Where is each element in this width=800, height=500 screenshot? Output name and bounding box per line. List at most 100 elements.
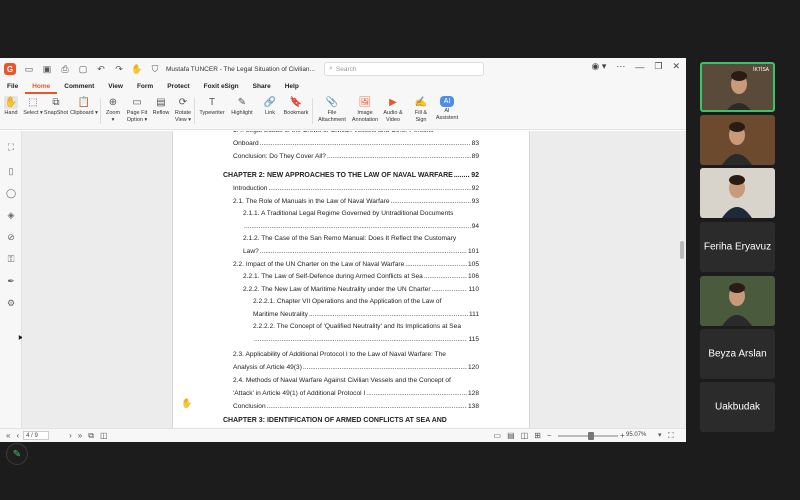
signature-panel-icon[interactable]: ✒ — [5, 275, 17, 287]
toc-chapter-heading[interactable]: CHAPTER 2: NEW APPROACHES TO THE LAW OF … — [223, 172, 479, 179]
participant-tile[interactable]: Uakbudak — [700, 382, 775, 432]
ribbon-clipboard-button[interactable]: 📋 Clipboard ▾ — [70, 94, 98, 117]
next-page-icon[interactable]: › — [69, 431, 72, 440]
zoom-slider-handle[interactable] — [588, 432, 594, 440]
toc-leader-dots — [260, 248, 467, 255]
toc-entry[interactable]: 1.4. Legal Status of the Crews of Civili… — [233, 131, 479, 134]
menu-comment[interactable]: Comment — [57, 80, 101, 94]
open-folder-icon[interactable]: ▭ — [22, 62, 36, 76]
zoom-level[interactable]: 95.07% — [626, 432, 646, 438]
toc-entry[interactable]: 2.3. Applicability of Additional Protoco… — [233, 351, 479, 358]
toc-entry[interactable]: Analysis of Article 49(3) 120 — [233, 364, 479, 371]
toc-entry[interactable]: Conclusion 138 — [233, 403, 479, 410]
fullscreen-icon[interactable]: ⛶ — [668, 431, 674, 441]
menu-file[interactable]: File — [0, 80, 25, 94]
toc-entry[interactable]: 2.2.2.1. Chapter VII Operations and the … — [253, 298, 479, 305]
minimize-button[interactable]: — — [635, 62, 644, 72]
toc-entry[interactable]: 'Attack' in Article 49(1) of Additional … — [233, 390, 479, 397]
ribbon-highlight-button[interactable]: ✎ Highlight — [228, 94, 256, 117]
participant-tile[interactable] — [700, 276, 775, 326]
undo-icon[interactable]: ↶ — [94, 62, 108, 76]
toc-entry[interactable]: 2.2.2.2. The Concept of 'Qualified Neutr… — [253, 323, 479, 330]
ribbon-zoom-button[interactable]: ⊕ Zoom ▾ — [104, 94, 122, 124]
toc-entry[interactable]: 2.1. The Role of Manuals in the Law of N… — [233, 198, 479, 205]
ribbon-typewriter-button[interactable]: T Typewriter — [198, 94, 226, 117]
ribbon-rotate-view-button[interactable]: ⟳ Rotate View ▾ — [172, 94, 194, 124]
comments-panel-icon[interactable]: ◯ — [5, 187, 17, 199]
layers-panel-icon[interactable]: ◈ — [5, 209, 17, 221]
redo-icon[interactable]: ↷ — [112, 62, 126, 76]
first-page-icon[interactable]: « — [6, 431, 10, 440]
ribbon-bookmark-button[interactable]: 🔖 Bookmark — [282, 94, 310, 117]
attachments-panel-icon[interactable]: ⊘ — [5, 231, 17, 243]
toc-entry[interactable]: 2.2.1. The Law of Self-Defence during Ar… — [243, 273, 479, 280]
toc-entry[interactable]: 94 — [243, 223, 479, 230]
toc-entry[interactable]: Maritime Neutrality 111 — [253, 311, 479, 318]
search-input[interactable]: ⌕ Search — [324, 62, 484, 76]
more-icon[interactable]: ⋯ — [616, 61, 625, 72]
zoom-in-icon[interactable]: + — [620, 431, 625, 440]
hand-quick-icon[interactable]: ✋ — [130, 62, 144, 76]
prev-page-icon[interactable]: ‹ — [16, 431, 19, 440]
toc-entry[interactable]: Law? 101 — [243, 248, 479, 255]
participant-tile[interactable] — [700, 115, 775, 165]
ribbon-select-button[interactable]: ⬚ Select ▾ — [22, 94, 44, 117]
account-icon[interactable]: ◉ ▾ — [592, 61, 607, 72]
menu-foxit-esign[interactable]: Foxit eSign — [197, 80, 246, 94]
restore-button[interactable]: ❐ — [654, 61, 662, 72]
ribbon-page-fit-option-button[interactable]: ▭ Page Fit Option ▾ — [124, 94, 150, 124]
toc-entry[interactable]: 115 — [253, 336, 479, 343]
ribbon-snapshot-button[interactable]: ⧉ SnapShot — [42, 94, 70, 117]
toc-entry[interactable]: 2.2. Impact of the UN Charter on the Law… — [233, 261, 479, 268]
ribbon-image-annotation-button[interactable]: 🖼 Image Annotation — [352, 94, 378, 124]
new-doc-icon[interactable]: ▢ — [76, 62, 90, 76]
tools-panel-icon[interactable]: ⚙ — [5, 297, 17, 309]
toc-entry[interactable]: 2.4. Methods of Naval Warfare Against Ci… — [233, 377, 479, 384]
toc-chapter-heading[interactable]: CHAPTER 3: IDENTIFICATION OF ARMED CONFL… — [223, 417, 479, 424]
zoom-out-icon[interactable]: − — [547, 431, 552, 440]
save-icon[interactable]: ▣ — [40, 62, 54, 76]
print-icon[interactable]: ⎙ — [58, 62, 72, 76]
toc-entry[interactable]: Conclusion: Do They Cover All? 89 — [233, 153, 479, 160]
toc-leader-dots — [454, 172, 470, 179]
toc-entry[interactable]: 2.2.2. The New Law of Maritime Neutralit… — [243, 286, 479, 293]
participant-tile[interactable]: İKTİSA — [700, 62, 775, 112]
menu-form[interactable]: Form — [130, 80, 160, 94]
facing-icon[interactable]: ◫ — [521, 431, 529, 440]
menu-protect[interactable]: Protect — [160, 80, 196, 94]
split-view-icon[interactable]: ◫ — [100, 431, 108, 440]
menu-share[interactable]: Share — [246, 80, 278, 94]
menu-help[interactable]: Help — [278, 80, 306, 94]
security-panel-icon[interactable]: ⚿ — [5, 253, 17, 265]
zoom-dropdown-icon[interactable]: ▾ — [658, 431, 662, 439]
close-button[interactable]: ✕ — [672, 61, 680, 72]
ribbon-reflow-button[interactable]: ▤ Reflow — [150, 94, 172, 117]
participant-tile[interactable]: Beyza Arslan — [700, 329, 775, 379]
annotate-pen-button[interactable]: ✎ — [6, 443, 28, 465]
toc-entry[interactable]: 2.1.1. A Traditional Legal Regime Govern… — [243, 210, 479, 217]
vertical-scrollbar[interactable] — [680, 131, 684, 428]
participant-tile[interactable]: Feriha Eryavuz — [700, 222, 775, 272]
pages-panel-icon[interactable]: ▯ — [5, 165, 17, 177]
menu-home[interactable]: Home — [25, 80, 58, 94]
single-page-icon[interactable]: ▭ — [494, 431, 502, 440]
ribbon-file-attachment-button[interactable]: 📎 File Attachment — [318, 94, 346, 124]
toc-entry[interactable]: 2.1.2. The Case of the San Remo Manual: … — [243, 235, 479, 242]
cover-icon[interactable]: ⊞ — [534, 431, 541, 440]
ribbon-hand-button[interactable]: ✋ Hand — [4, 94, 18, 117]
ribbon-fill-sign-button[interactable]: ✍ Fill & Sign — [410, 94, 432, 124]
menu-view[interactable]: View — [101, 80, 130, 94]
ribbon-audio-video-button[interactable]: ▶ Audio & Video — [380, 94, 406, 124]
panel-splitter-handle[interactable] — [680, 241, 684, 259]
toc-entry[interactable]: Onboard 83 — [233, 140, 479, 147]
copy-page-icon[interactable]: ⧉ — [88, 431, 94, 441]
ribbon-link-button[interactable]: 🔗 Link — [262, 94, 278, 117]
toc-entry[interactable]: Introduction 92 — [233, 185, 479, 192]
bookmarks-panel-icon[interactable]: ⛶ — [5, 141, 17, 153]
last-page-icon[interactable]: » — [78, 431, 82, 440]
participant-tile[interactable] — [700, 168, 775, 218]
document-view[interactable]: 1.4. Legal Status of the Crews of Civili… — [22, 131, 686, 428]
ribbon-ai-assistent-button[interactable]: AI AI Assistent — [434, 94, 460, 122]
continuous-icon[interactable]: ▤ — [507, 431, 515, 440]
page-number-field[interactable]: 4 / 9 — [23, 431, 50, 440]
